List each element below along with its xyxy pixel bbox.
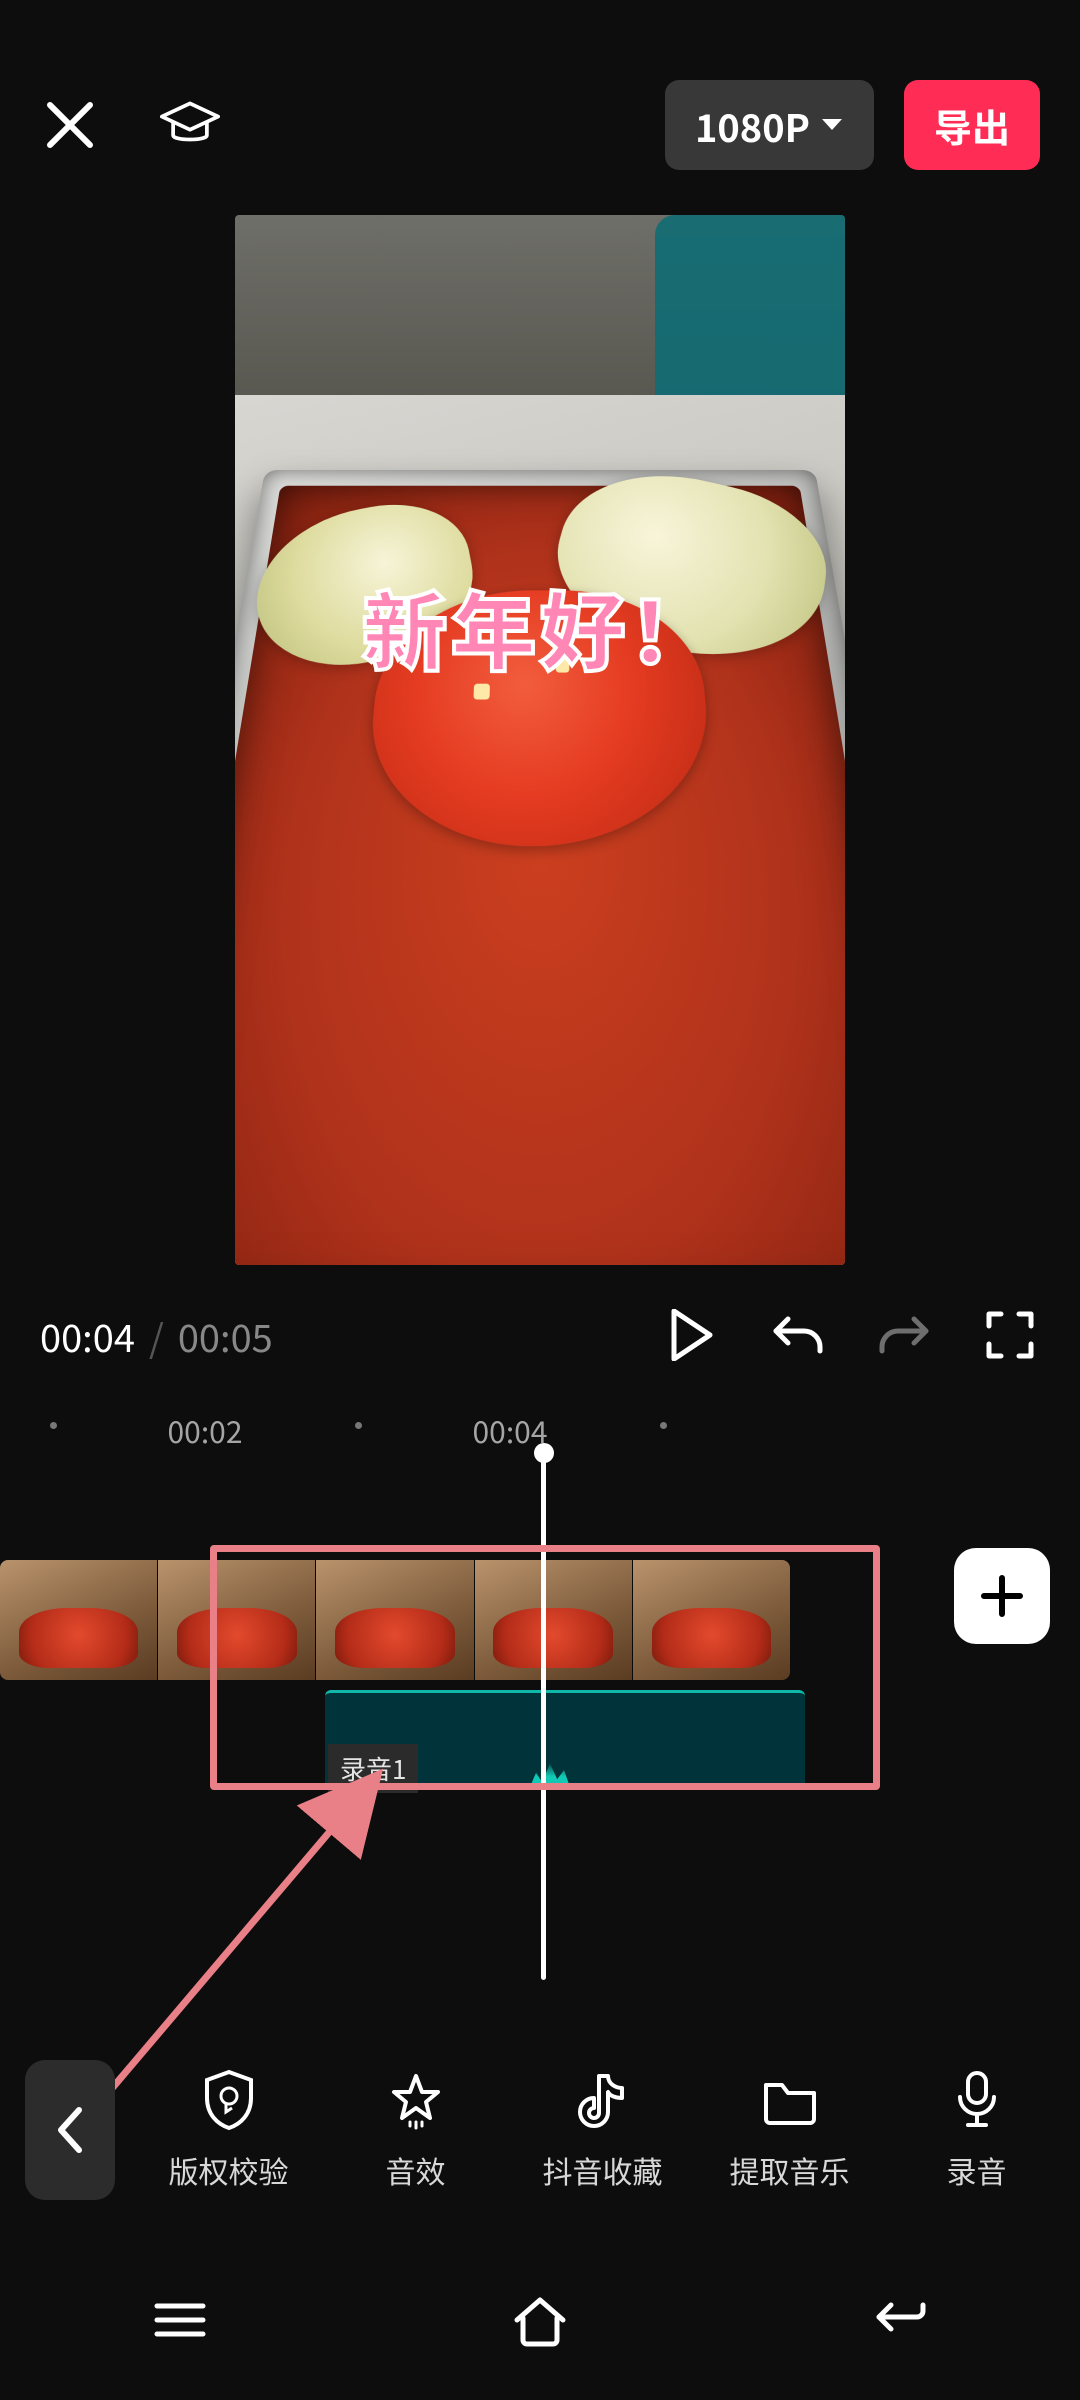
toolbar-back-button[interactable] — [25, 2060, 115, 2200]
time-separator: / — [149, 1308, 164, 1363]
tutorial-button[interactable] — [160, 95, 220, 155]
clip-thumb — [0, 1560, 158, 1680]
clip-selection-line — [320, 1547, 780, 1552]
ruler-dot — [660, 1422, 667, 1429]
clip-thumb — [316, 1560, 474, 1680]
system-navigation-bar — [0, 2240, 1080, 2400]
top-bar: 1080P 导出 — [0, 60, 1080, 190]
clip-thumb — [158, 1560, 316, 1680]
playhead[interactable] — [541, 1450, 546, 1980]
export-label: 导出 — [934, 98, 1010, 153]
top-bar-left — [40, 95, 220, 155]
preview-image — [235, 215, 845, 1265]
tool-copyright[interactable]: 版权校验 — [135, 2068, 322, 2192]
tool-sound-effect[interactable]: 音效 — [322, 2068, 509, 2192]
time-display: 00:04 / 00:05 — [40, 1308, 273, 1363]
tool-extract-music[interactable]: 提取音乐 — [696, 2068, 883, 2192]
folder-music-icon — [760, 2073, 820, 2127]
export-button[interactable]: 导出 — [904, 80, 1040, 170]
plus-icon — [978, 1572, 1026, 1620]
ruler-label: 00:02 — [168, 1408, 243, 1452]
back-icon — [871, 2295, 929, 2345]
play-button[interactable] — [662, 1305, 722, 1365]
tool-label: 版权校验 — [169, 2148, 289, 2192]
undo-icon — [770, 1309, 826, 1361]
shield-check-icon — [201, 2068, 257, 2132]
tool-record[interactable]: 录音 — [883, 2068, 1070, 2192]
graduation-cap-icon — [160, 98, 220, 152]
playback-controls: 00:04 / 00:05 — [0, 1285, 1080, 1385]
close-button[interactable] — [40, 95, 100, 155]
clip-thumb — [475, 1560, 633, 1680]
top-bar-right: 1080P 导出 — [665, 80, 1040, 170]
menu-icon — [151, 2298, 209, 2342]
undo-button[interactable] — [768, 1305, 828, 1365]
ruler-dot — [355, 1422, 362, 1429]
home-icon — [509, 2292, 571, 2348]
system-recent-button[interactable] — [144, 2284, 216, 2356]
add-clip-button[interactable] — [954, 1548, 1050, 1644]
close-icon — [44, 99, 96, 151]
audio-clip-label: 录音1 — [328, 1744, 418, 1793]
tool-label: 抖音收藏 — [543, 2148, 663, 2192]
star-sound-icon — [386, 2070, 446, 2130]
redo-icon — [876, 1309, 932, 1361]
overlay-text[interactable]: 新年好！ — [362, 565, 718, 688]
tool-label: 录音 — [947, 2148, 1007, 2192]
clip-thumb — [633, 1560, 790, 1680]
fullscreen-icon — [985, 1310, 1035, 1360]
play-icon — [670, 1309, 714, 1361]
video-clip[interactable] — [0, 1560, 790, 1680]
current-time: 00:04 — [40, 1308, 135, 1363]
chevron-down-icon — [820, 117, 844, 133]
ruler-dot — [50, 1422, 57, 1429]
fullscreen-button[interactable] — [980, 1305, 1040, 1365]
system-home-button[interactable] — [504, 2284, 576, 2356]
microphone-icon — [954, 2069, 1000, 2131]
audio-waveform — [530, 1761, 570, 1787]
douyin-icon — [576, 2070, 630, 2130]
preview-area: 新年好！ — [0, 210, 1080, 1270]
chevron-left-icon — [53, 2106, 87, 2154]
tool-label: 音效 — [386, 2148, 446, 2192]
video-track[interactable] — [0, 1560, 1080, 1680]
timeline-area[interactable]: 00:02 00:04 录音1 — [0, 1400, 1080, 2040]
tool-douyin-fav[interactable]: 抖音收藏 — [509, 2068, 696, 2192]
redo-button[interactable] — [874, 1305, 934, 1365]
resolution-button[interactable]: 1080P — [665, 80, 874, 170]
system-back-button[interactable] — [864, 2284, 936, 2356]
total-time: 00:05 — [178, 1308, 273, 1363]
resolution-label: 1080P — [695, 98, 810, 153]
tool-label: 提取音乐 — [730, 2148, 850, 2192]
bottom-toolbar: 版权校验 音效 抖音收藏 提取音乐 录音 — [0, 2035, 1080, 2225]
preview-frame[interactable]: 新年好！ — [235, 215, 845, 1265]
